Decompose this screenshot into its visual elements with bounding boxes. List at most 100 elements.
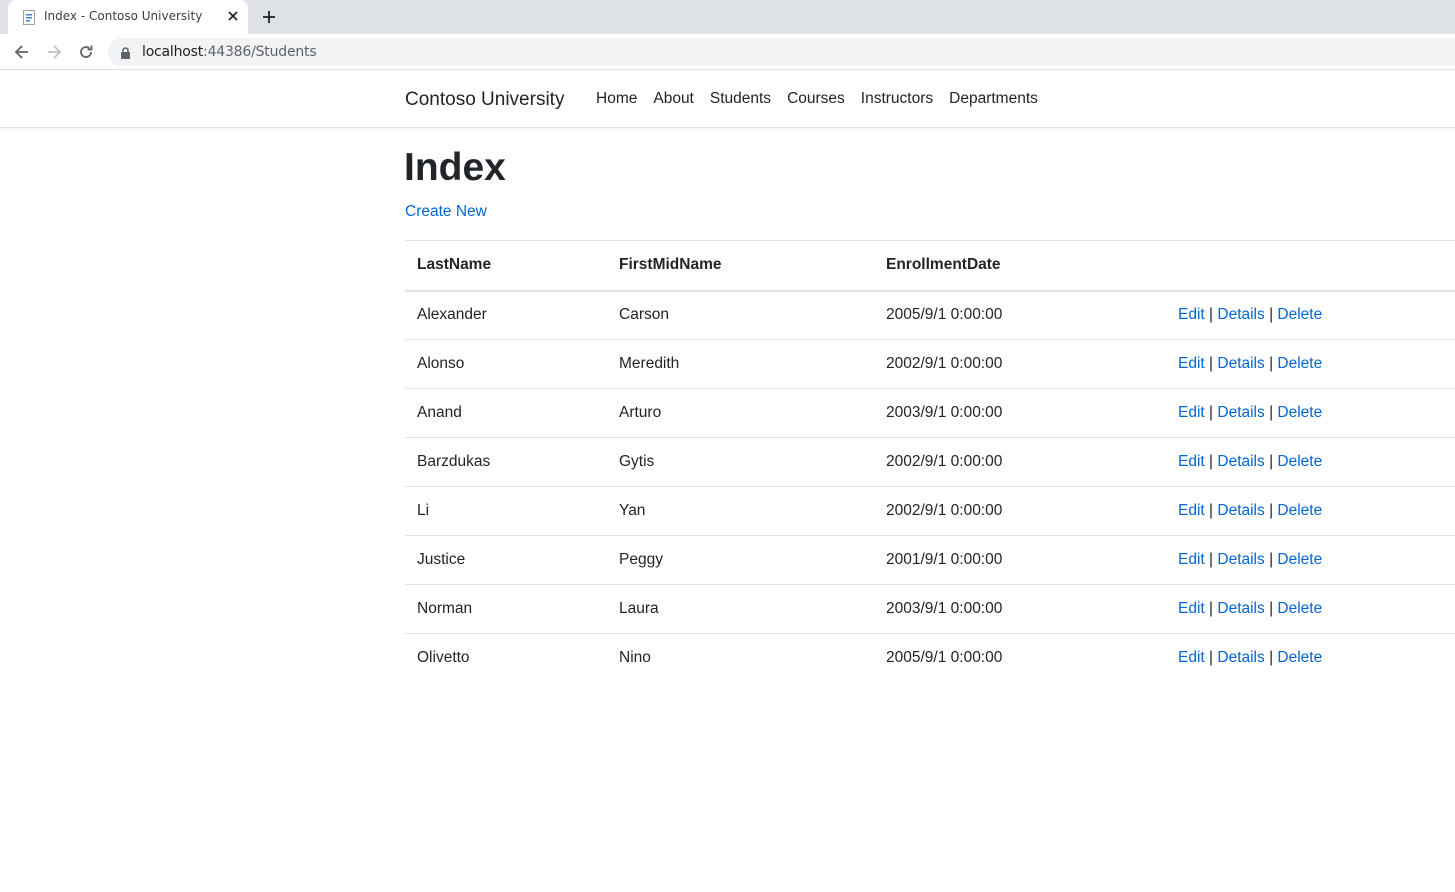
url-text[interactable]: localhost:44386/Students [142,44,317,60]
brand-link[interactable]: Contoso University [405,89,564,111]
cell-enrollmentdate: 2002/9/1 0:00:00 [874,486,1166,536]
delete-link[interactable]: Delete [1277,649,1322,666]
cell-firstmidname: Arturo [607,388,874,438]
edit-link[interactable]: Edit [1178,306,1205,323]
separator: | [1269,404,1274,421]
edit-link[interactable]: Edit [1178,453,1205,470]
cell-firstmidname: Nino [607,633,874,683]
details-link[interactable]: Details [1217,453,1264,470]
tab-title: Index - Contoso University [44,9,203,23]
details-link[interactable]: Details [1217,600,1264,617]
separator: | [1209,551,1214,568]
table-row: Olivetto Nino 2005/9/1 0:00:00 Edit | Detai… [405,633,1455,683]
nav-link-about[interactable]: About [645,90,702,108]
page-icon [22,10,36,25]
table-row: Anand Arturo 2003/9/1 0:00:00 Edit | Detail… [405,388,1455,438]
separator: | [1209,649,1214,667]
edit-link[interactable]: Edit [1178,649,1205,666]
table-row: Barzdukas Gytis 2002/9/1 0:00:00 Edit | Det… [405,437,1455,487]
separator: | [1209,502,1214,519]
details-link[interactable]: Details [1217,649,1264,666]
delete-link[interactable]: Delete [1277,453,1322,470]
separator: | [1269,502,1274,519]
table-row: Alexander Carson 2005/9/1 0:00:00 Edit | De… [405,290,1455,340]
address-bar[interactable]: localhost:44386/Students [108,38,1455,66]
cell-lastname: Alexander [405,290,607,340]
nav-link-home[interactable]: Home [588,90,645,108]
column-header-enrollmentdate: EnrollmentDate [874,240,1166,292]
cell-lastname: Alonso [405,339,607,389]
site-navbar: Contoso University Home About Students C… [0,71,1455,128]
delete-link[interactable]: Delete [1277,306,1322,323]
column-header-lastname: LastName [405,240,607,292]
cell-firstmidname: Yan [607,486,874,536]
nav-link-instructors[interactable]: Instructors [853,90,941,108]
cell-lastname: Li [405,486,607,536]
new-tab-icon[interactable] [260,8,278,26]
nav-link-students[interactable]: Students [702,90,779,108]
separator: | [1209,600,1214,617]
cell-lastname: Olivetto [405,633,607,683]
separator: | [1209,355,1214,372]
create-new-link[interactable]: Create New [405,203,487,221]
cell-enrollmentdate: 2005/9/1 0:00:00 [874,633,1166,683]
separator: | [1209,404,1214,421]
table-row: Li Yan 2002/9/1 0:00:00 Edit | Details | De… [405,486,1455,536]
cell-enrollmentdate: 2002/9/1 0:00:00 [874,339,1166,389]
page-title: Index [404,146,506,189]
details-link[interactable]: Details [1217,306,1264,323]
details-link[interactable]: Details [1217,404,1264,421]
separator: | [1209,306,1214,324]
cell-enrollmentdate: 2002/9/1 0:00:00 [874,437,1166,487]
url-path: :44386/Students [203,44,317,60]
lock-icon[interactable] [120,46,131,59]
delete-link[interactable]: Delete [1277,502,1322,519]
browser-tab[interactable]: Index - Contoso University [8,0,248,34]
forward-arrow-icon[interactable] [44,42,64,62]
separator: | [1269,355,1274,372]
cell-actions: Edit | Details | Delete [1166,584,1455,634]
table-body: Alexander Carson 2005/9/1 0:00:00 Edit | De… [405,290,1455,683]
url-host: localhost [142,44,204,60]
cell-actions: Edit | Details | Delete [1166,388,1455,438]
separator: | [1269,551,1274,568]
cell-actions: Edit | Details | Delete [1166,633,1455,683]
reload-icon[interactable] [76,42,96,62]
cell-enrollmentdate: 2005/9/1 0:00:00 [874,290,1166,340]
students-table: LastName FirstMidName EnrollmentDate Ale… [405,240,1455,683]
table-row: Alonso Meredith 2002/9/1 0:00:00 Edit | Det… [405,339,1455,389]
separator: | [1269,306,1274,324]
separator: | [1269,600,1274,617]
close-icon[interactable] [226,9,240,23]
details-link[interactable]: Details [1217,355,1264,372]
cell-lastname: Norman [405,584,607,634]
delete-link[interactable]: Delete [1277,600,1322,617]
cell-actions: Edit | Details | Delete [1166,437,1455,487]
nav-link-courses[interactable]: Courses [779,90,853,108]
delete-link[interactable]: Delete [1277,551,1322,568]
column-header-firstmidname: FirstMidName [607,240,874,292]
edit-link[interactable]: Edit [1178,551,1205,568]
cell-actions: Edit | Details | Delete [1166,290,1455,340]
cell-firstmidname: Laura [607,584,874,634]
back-arrow-icon[interactable] [12,42,32,62]
cell-actions: Edit | Details | Delete [1166,535,1455,585]
browser-tabstrip: Index - Contoso University [0,0,1455,34]
delete-link[interactable]: Delete [1277,404,1322,421]
table-row: Justice Peggy 2001/9/1 0:00:00 Edit | Detai… [405,535,1455,585]
cell-lastname: Anand [405,388,607,438]
cell-enrollmentdate: 2001/9/1 0:00:00 [874,535,1166,585]
cell-firstmidname: Peggy [607,535,874,585]
nav-link-departments[interactable]: Departments [941,90,1046,108]
cell-actions: Edit | Details | Delete [1166,339,1455,389]
details-link[interactable]: Details [1217,551,1264,568]
table-row: Norman Laura 2003/9/1 0:00:00 Edit | Detail… [405,584,1455,634]
delete-link[interactable]: Delete [1277,355,1322,372]
details-link[interactable]: Details [1217,502,1264,519]
edit-link[interactable]: Edit [1178,600,1205,617]
cell-firstmidname: Carson [607,290,874,340]
edit-link[interactable]: Edit [1178,502,1205,519]
separator: | [1209,453,1214,470]
edit-link[interactable]: Edit [1178,404,1205,421]
edit-link[interactable]: Edit [1178,355,1205,372]
